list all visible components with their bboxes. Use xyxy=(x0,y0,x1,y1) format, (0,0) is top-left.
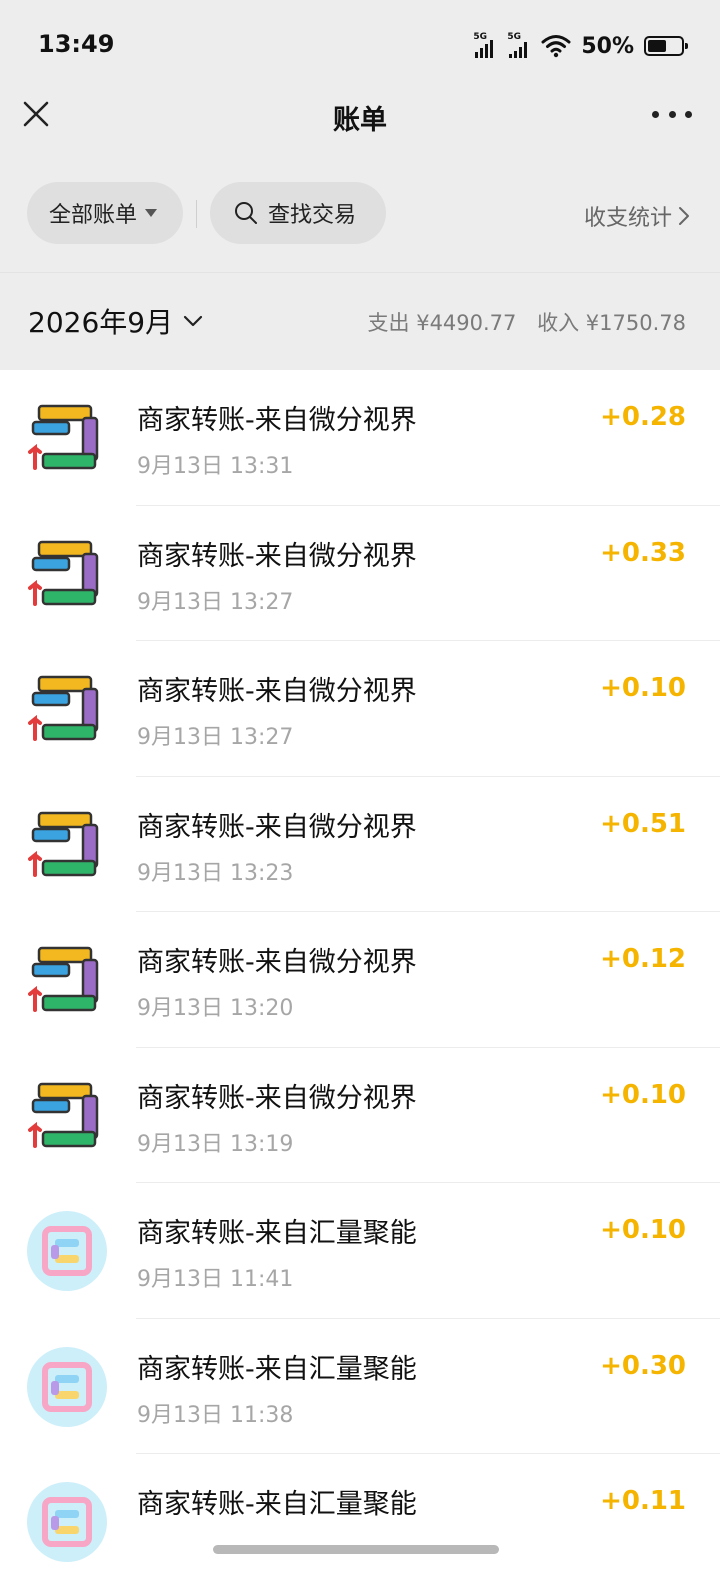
arrows-square-icon xyxy=(28,540,99,606)
search-icon xyxy=(235,202,257,224)
month-summary: 支出 ¥4490.77 收入 ¥1750.78 xyxy=(354,307,686,337)
battery-icon xyxy=(644,36,688,56)
transaction-row[interactable]: 商家转账-来自微分视界 9月13日 13:23 +0.51 xyxy=(0,777,720,912)
transaction-row[interactable]: 商家转账-来自汇量聚能 9月13日 11:41 +0.10 xyxy=(0,1183,720,1319)
income-total: 收入 ¥1750.78 xyxy=(537,311,686,335)
wifi-icon xyxy=(541,35,571,58)
page-title: 账单 xyxy=(333,105,387,136)
transaction-time: 9月13日 11:38 xyxy=(137,1402,294,1428)
transaction-time: 9月13日 13:27 xyxy=(137,725,294,750)
transaction-time: 9月13日 11:41 xyxy=(137,1267,294,1292)
nav-bar: 账单 xyxy=(0,80,720,152)
transaction-time: 9月13日 13:27 xyxy=(137,589,294,615)
arrows-square-icon xyxy=(28,675,99,741)
month-header: 2026年9月 支出 ¥4490.77 收入 ¥1750.78 xyxy=(0,272,720,369)
maze-circle-icon xyxy=(27,1211,107,1291)
transaction-title: 商家转账-来自微分视界 xyxy=(137,405,417,436)
home-indicator[interactable] xyxy=(213,1545,499,1554)
arrows-square-icon xyxy=(28,946,99,1012)
transaction-amount: +0.12 xyxy=(600,944,686,974)
transaction-row[interactable]: 商家转账-来自微分视界 9月13日 13:27 +0.33 xyxy=(0,506,720,641)
stats-label: 收支统计 xyxy=(583,206,672,231)
transaction-amount: +0.28 xyxy=(600,402,686,432)
month-label: 2026年9月 xyxy=(28,306,174,339)
transaction-row[interactable]: 商家转账-来自微分视界 9月13日 13:27 +0.10 xyxy=(0,641,720,777)
transaction-title: 商家转账-来自微分视界 xyxy=(137,1082,417,1114)
transaction-time: 9月13日 13:20 xyxy=(137,996,294,1021)
transaction-amount: +0.10 xyxy=(600,1079,686,1110)
stats-link[interactable]: 收支统计 xyxy=(584,200,690,232)
more-icon[interactable] xyxy=(652,102,692,126)
chevron-down-icon xyxy=(183,315,203,327)
bill-screen: 13:49 5G 5G 50% 账单 全部账单 查找交易 收支统计 2026年9… xyxy=(0,0,720,1584)
signal-icon: 5G xyxy=(473,32,501,60)
month-selector[interactable]: 2026年9月 xyxy=(28,301,203,341)
search-transactions-button[interactable]: 查找交易 xyxy=(210,182,386,244)
transaction-row[interactable]: 商家转账-来自汇量聚能 9月13日 11:38 +0.30 xyxy=(0,1319,720,1454)
maze-circle-icon xyxy=(27,1346,107,1427)
transaction-row[interactable]: 商家转账-来自微分视界 9月13日 13:31 +0.28 xyxy=(0,370,720,506)
transaction-title: 商家转账-来自微分视界 xyxy=(137,540,417,572)
transaction-row[interactable]: 商家转账-来自微分视界 9月13日 13:19 +0.10 xyxy=(0,1048,720,1183)
transaction-amount: +0.11 xyxy=(600,1486,686,1516)
arrows-square-icon xyxy=(28,811,99,877)
transaction-amount: +0.10 xyxy=(600,1215,686,1245)
battery-percent: 50% xyxy=(581,33,634,59)
transaction-title: 商家转账-来自汇量聚能 xyxy=(137,1218,417,1249)
status-icons: 5G 5G 50% xyxy=(473,32,688,60)
maze-circle-icon xyxy=(27,1482,107,1562)
expense-total: 支出 ¥4490.77 xyxy=(367,311,517,335)
arrows-square-icon xyxy=(28,404,99,470)
filter-row: 全部账单 查找交易 收支统计 xyxy=(0,182,720,246)
arrows-square-icon xyxy=(28,1082,99,1148)
transaction-title: 商家转账-来自微分视界 xyxy=(137,811,417,843)
caret-down-icon xyxy=(145,209,158,217)
transaction-amount: +0.51 xyxy=(600,808,686,839)
transaction-time: 9月13日 13:31 xyxy=(137,454,294,479)
transaction-time: 9月13日 13:23 xyxy=(137,860,294,886)
divider xyxy=(196,200,197,228)
transaction-amount: +0.30 xyxy=(600,1350,686,1381)
transaction-title: 商家转账-来自微分视界 xyxy=(137,947,417,978)
chevron-right-icon xyxy=(679,207,689,225)
transaction-list: 商家转账-来自微分视界 9月13日 13:31 +0.28 商家转账-来自微分视… xyxy=(0,370,720,1584)
all-bills-button[interactable]: 全部账单 xyxy=(27,182,183,244)
transaction-amount: +0.10 xyxy=(600,673,686,703)
transaction-title: 商家转账-来自微分视界 xyxy=(137,676,417,707)
all-bills-label: 全部账单 xyxy=(49,203,138,228)
transaction-title: 商家转账-来自汇量聚能 xyxy=(137,1489,417,1520)
transaction-time: 9月13日 13:19 xyxy=(137,1131,294,1157)
transaction-row[interactable]: 商家转账-来自汇量聚能 +0.11 xyxy=(0,1454,720,1584)
transaction-title: 商家转账-来自汇量聚能 xyxy=(137,1353,417,1385)
transaction-row[interactable]: 商家转账-来自微分视界 9月13日 13:20 +0.12 xyxy=(0,912,720,1048)
signal-icon-2: 5G xyxy=(507,32,535,60)
status-time: 13:49 xyxy=(38,30,115,58)
search-label: 查找交易 xyxy=(268,203,357,228)
transaction-amount: +0.33 xyxy=(600,537,686,568)
